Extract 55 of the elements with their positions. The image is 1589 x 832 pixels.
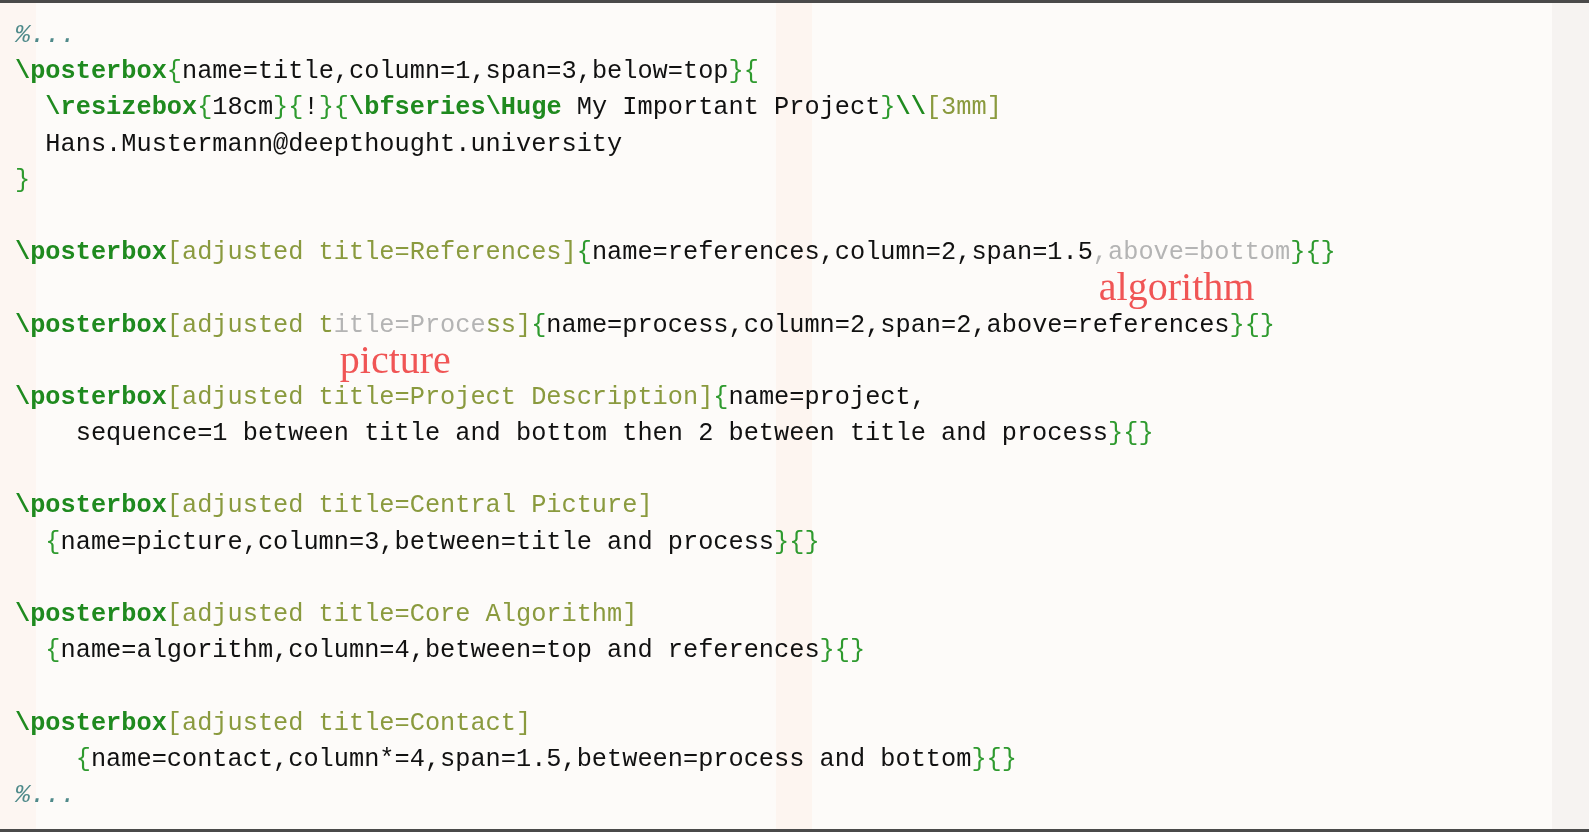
option-text: ss] <box>485 309 532 342</box>
code-text: Hans.Mustermann@deepthought.university <box>44 128 623 161</box>
brace-text: { <box>713 381 729 414</box>
code-text: name=project, <box>728 381 926 414</box>
brace-text: }{} <box>1290 237 1336 270</box>
brace-text: }{ <box>318 92 350 125</box>
option-text: [adjusted title=Central Picture] <box>166 490 653 523</box>
code-text: 18cm <box>212 92 274 125</box>
latex-command: \posterbox <box>15 237 167 270</box>
code-comment: %... <box>15 779 76 812</box>
option-text: [3mm] <box>925 92 1002 125</box>
code-text: name=references,column=2,span=1.5 <box>591 237 1093 270</box>
latex-command: \bfseries\Huge <box>349 92 562 125</box>
brace-text: { <box>74 743 91 776</box>
brace-text: }{ <box>273 92 304 125</box>
latex-command: \posterbox <box>15 599 167 631</box>
brace-text: }{} <box>819 635 866 668</box>
latex-command: \\ <box>895 92 926 125</box>
brace-text: }{ <box>728 56 759 89</box>
overlay-label: picture <box>339 339 451 380</box>
brace-text: { <box>531 309 547 342</box>
brace-text: { <box>197 92 213 125</box>
code-text: ! <box>303 92 319 125</box>
brace-text: }{} <box>971 743 1017 776</box>
brace-text: { <box>166 56 182 89</box>
latex-command: \posterbox <box>15 490 167 523</box>
option-text: [adjusted title=References] <box>166 237 577 270</box>
brace-text: }{} <box>774 526 820 559</box>
code-text: name=title,column=1,span=3,below=top <box>182 56 729 89</box>
brace-text: }{} <box>1229 309 1276 342</box>
latex-command: \posterbox <box>15 56 167 89</box>
latex-command: \posterbox <box>15 309 167 342</box>
overlay-label: algorithm <box>1098 267 1255 308</box>
code-text: sequence=1 between title and bottom then 2 between title and process <box>74 418 1108 451</box>
code-comment: %... <box>15 20 76 52</box>
faded-code-text: itle=Proce <box>333 309 486 342</box>
code-text: name=contact,column*=4,span=1.5,between=process and bottom <box>90 743 972 776</box>
option-text: [adjusted t <box>166 309 334 342</box>
brace-text: } <box>880 92 896 125</box>
code-text: name=picture,column=3,between=title and process <box>60 526 775 559</box>
brace-text: } <box>15 164 31 197</box>
brace-text: { <box>576 237 592 270</box>
option-text: [adjusted title=Contact] <box>166 707 532 740</box>
code-text: name=algorithm,column=4,between=top and references <box>60 635 820 668</box>
latex-command: \resizebox <box>44 92 198 125</box>
code-text: My Important Project <box>575 92 881 125</box>
latex-command: \posterbox <box>15 707 167 740</box>
brace-text: { <box>44 526 61 559</box>
brace-text: }{} <box>1108 418 1154 451</box>
faded-code-text: ,above=bottom <box>1092 237 1291 270</box>
brace-text: { <box>44 635 61 668</box>
code-text: name=process,column=2,span=2,above=references <box>546 309 1230 342</box>
latex-command: \posterbox <box>15 381 167 414</box>
option-text: [adjusted title=Core Algorithm] <box>166 599 638 631</box>
option-text: [adjusted title=Project Description] <box>166 382 714 414</box>
